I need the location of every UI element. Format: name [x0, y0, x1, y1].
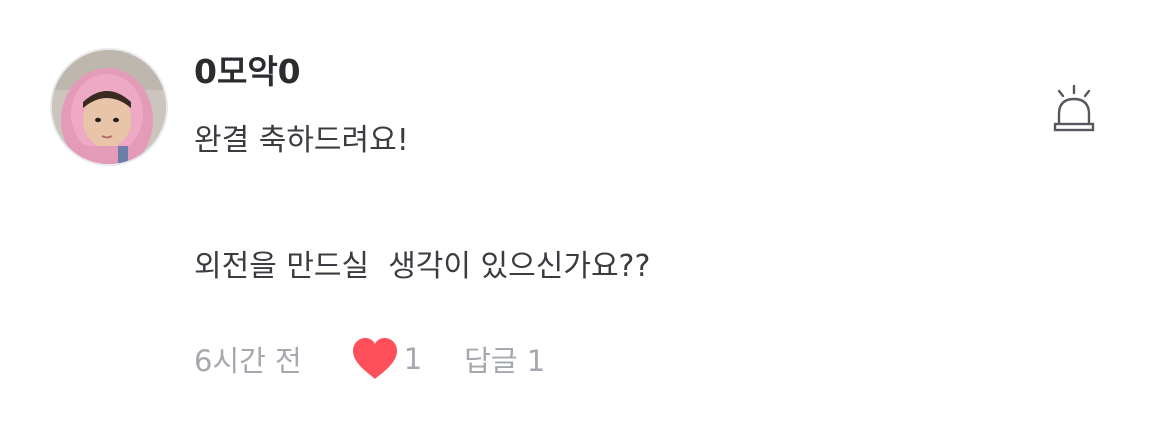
timestamp: 6시간 전 [194, 344, 302, 378]
comment-item: 0모악0 완결 축하드려요! 외전을 만드실 생각이 있으신가요?? 6시간 전… [0, 0, 1170, 421]
reply-button[interactable]: 답글 1 [464, 338, 545, 380]
comment-body-line: 완결 축하드려요! [194, 123, 409, 158]
siren-icon[interactable] [1049, 84, 1099, 136]
comment-body-line: 외전을 만드실 생각이 있으신가요?? [194, 249, 651, 284]
username[interactable]: 0모악0 [194, 52, 301, 92]
comment-meta: 6시간 전 1 답글 1 [194, 336, 545, 382]
avatar[interactable] [50, 48, 168, 166]
heart-icon [352, 338, 397, 379]
like-button[interactable]: 1 [350, 337, 422, 381]
comment-body: 완결 축하드려요! 외전을 만드실 생각이 있으신가요?? [194, 120, 1014, 288]
like-count: 1 [403, 342, 423, 376]
avatar-photo [52, 50, 166, 164]
